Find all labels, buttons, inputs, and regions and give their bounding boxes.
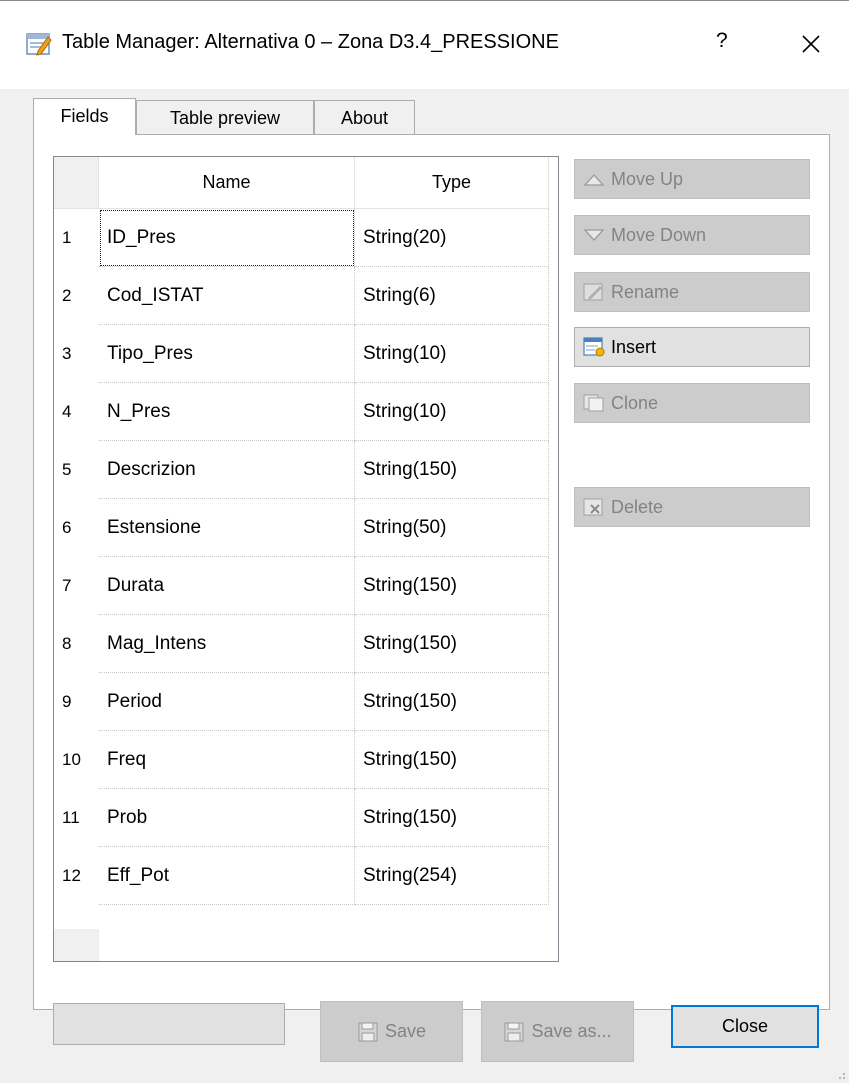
move-down-label: Move Down xyxy=(611,224,707,245)
insert-button[interactable]: Insert xyxy=(574,327,810,367)
table-corner xyxy=(54,157,99,209)
move-up-label: Move Up xyxy=(611,168,684,189)
cell-field-name[interactable]: Prob xyxy=(99,789,355,847)
row-header[interactable]: 9 xyxy=(54,673,99,731)
cell-field-name[interactable]: ID_Pres xyxy=(99,209,355,267)
resize-grip-icon[interactable] xyxy=(836,1070,846,1080)
clone-button[interactable]: Clone xyxy=(574,383,810,423)
row-header[interactable]: 6 xyxy=(54,499,99,557)
cell-field-type[interactable]: String(150) xyxy=(355,557,549,615)
cell-field-name[interactable]: Durata xyxy=(99,557,355,615)
title-bar: Table Manager: Alternativa 0 – Zona D3.4… xyxy=(0,0,849,89)
status-field xyxy=(53,1003,285,1045)
window-title: Table Manager: Alternativa 0 – Zona D3.4… xyxy=(62,31,559,53)
cell-field-type[interactable]: String(10) xyxy=(355,325,549,383)
cell-field-name[interactable]: Period xyxy=(99,673,355,731)
save-as-button[interactable]: Save as... xyxy=(481,1001,634,1062)
floppy-disk-icon xyxy=(358,1022,378,1041)
floppy-disk-as-icon xyxy=(504,1022,524,1041)
triangle-up-icon xyxy=(583,174,605,186)
cell-field-type[interactable]: String(150) xyxy=(355,441,549,499)
row-header[interactable]: 8 xyxy=(54,615,99,673)
save-as-label: Save as... xyxy=(531,1021,612,1041)
cell-field-name[interactable]: Estensione xyxy=(99,499,355,557)
close-label: Close xyxy=(721,1016,769,1036)
fields-table[interactable]: Name Type 1 ID_Pres String(20) 2 Cod_ISTAT St… xyxy=(53,156,559,962)
help-button[interactable]: ? xyxy=(716,29,728,53)
row-header[interactable]: 7 xyxy=(54,557,99,615)
close-button[interactable]: Close xyxy=(671,1005,819,1048)
tab-table-preview[interactable]: Table preview xyxy=(136,100,314,134)
delete-label: Delete xyxy=(611,496,664,517)
cell-field-type[interactable]: String(20) xyxy=(355,209,549,267)
column-header-name[interactable]: Name xyxy=(99,157,355,209)
row-header[interactable]: 2 xyxy=(54,267,99,325)
row-header[interactable]: 5 xyxy=(54,441,99,499)
close-icon[interactable] xyxy=(790,25,830,61)
triangle-down-icon xyxy=(583,229,605,241)
row-header[interactable]: 3 xyxy=(54,325,99,383)
tab-fields[interactable]: Fields xyxy=(33,98,136,135)
cell-field-type[interactable]: String(6) xyxy=(355,267,549,325)
rename-icon xyxy=(583,283,603,301)
row-header[interactable]: 11 xyxy=(54,789,99,847)
cell-field-name[interactable]: Cod_ISTAT xyxy=(99,267,355,325)
cell-field-type[interactable]: String(10) xyxy=(355,383,549,441)
tab-about[interactable]: About xyxy=(314,100,415,134)
table-manager-icon xyxy=(26,33,52,56)
move-down-button[interactable]: Move Down xyxy=(574,215,810,255)
cell-field-type[interactable]: String(150) xyxy=(355,615,549,673)
row-header[interactable]: 4 xyxy=(54,383,99,441)
move-up-button[interactable]: Move Up xyxy=(574,159,810,199)
rename-label: Rename xyxy=(611,281,680,302)
row-header[interactable]: 12 xyxy=(54,847,99,905)
save-button[interactable]: Save xyxy=(320,1001,463,1062)
cell-field-name[interactable]: Descrizion xyxy=(99,441,355,499)
delete-button[interactable]: Delete xyxy=(574,487,810,527)
save-label: Save xyxy=(384,1021,427,1041)
cell-field-name[interactable]: Mag_Intens xyxy=(99,615,355,673)
rename-button[interactable]: Rename xyxy=(574,272,810,312)
column-header-type[interactable]: Type xyxy=(355,157,549,209)
insert-row-icon xyxy=(583,337,605,357)
cell-field-type[interactable]: String(50) xyxy=(355,499,549,557)
cell-field-type[interactable]: String(150) xyxy=(355,731,549,789)
insert-label: Insert xyxy=(611,336,657,357)
cell-field-name[interactable]: Eff_Pot xyxy=(99,847,355,905)
cell-field-type[interactable]: String(254) xyxy=(355,847,549,905)
cell-field-type[interactable]: String(150) xyxy=(355,673,549,731)
cell-field-name[interactable]: Freq xyxy=(99,731,355,789)
row-header[interactable]: 10 xyxy=(54,731,99,789)
row-header[interactable]: 1 xyxy=(54,209,99,267)
delete-icon xyxy=(583,498,603,516)
cell-field-name[interactable]: Tipo_Pres xyxy=(99,325,355,383)
cell-field-type[interactable]: String(150) xyxy=(355,789,549,847)
clone-icon xyxy=(583,394,604,412)
row-header-filler xyxy=(54,929,99,961)
cell-field-name[interactable]: N_Pres xyxy=(99,383,355,441)
clone-label: Clone xyxy=(611,392,659,413)
